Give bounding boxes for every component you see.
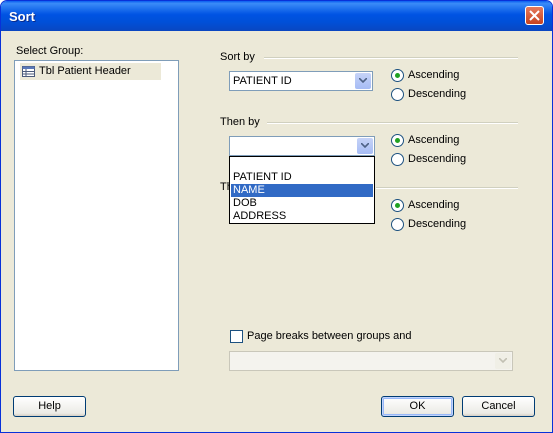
chevron-down-icon[interactable] (357, 138, 373, 154)
then-by-2-descending-radio[interactable] (391, 218, 404, 231)
then-by-descending-label: Descending (408, 153, 467, 165)
then-by-2-ascending-label: Ascending (408, 199, 460, 211)
dropdown-option-dob[interactable]: DOB (231, 197, 373, 210)
sort-by-descending-label: Descending (408, 88, 467, 100)
then-by-2-descending-label: Descending (408, 218, 467, 230)
chevron-down-icon[interactable] (355, 73, 371, 89)
page-breaks-label: Page breaks between groups and (247, 330, 412, 342)
ok-button[interactable]: OK (381, 396, 454, 417)
select-group-label: Select Group: (16, 45, 84, 57)
cancel-button[interactable]: Cancel (462, 396, 535, 417)
then-by-divider (267, 122, 518, 124)
page-breaks-select[interactable] (229, 351, 513, 371)
page-breaks-checkbox[interactable] (230, 330, 243, 343)
list-item[interactable]: Tbl Patient Header (20, 63, 161, 80)
sort-by-value: PATIENT ID (233, 75, 292, 87)
sort-by-label: Sort by (220, 51, 255, 63)
dropdown-option-patient-id[interactable]: PATIENT ID (231, 171, 373, 184)
then-by-select[interactable] (229, 136, 375, 156)
sort-by-ascending-label: Ascending (408, 69, 460, 81)
window-title: Sort (9, 9, 35, 24)
sort-by-divider (264, 57, 518, 59)
then-by-label: Then by (220, 116, 260, 128)
table-icon (22, 66, 35, 80)
then-by-2-ascending-radio[interactable] (391, 199, 404, 212)
help-button[interactable]: Help (13, 396, 86, 417)
then-by-ascending-radio[interactable] (391, 134, 404, 147)
sort-by-descending-radio[interactable] (391, 88, 404, 101)
list-item-label: Tbl Patient Header (39, 65, 131, 77)
then-by-2-divider (376, 187, 518, 189)
then-by-dropdown-list[interactable]: PATIENT ID NAME DOB ADDRESS (229, 156, 375, 224)
dropdown-option-name[interactable]: NAME (231, 184, 373, 197)
dropdown-option-address[interactable]: ADDRESS (231, 210, 373, 223)
chevron-down-icon[interactable] (495, 353, 511, 369)
then-by-ascending-label: Ascending (408, 134, 460, 146)
sort-dialog: Sort Select Group: Tbl Patient Header So… (0, 0, 553, 433)
sort-by-select[interactable]: PATIENT ID (229, 71, 373, 91)
title-bar[interactable]: Sort (1, 1, 552, 31)
then-by-descending-radio[interactable] (391, 153, 404, 166)
sort-by-ascending-radio[interactable] (391, 69, 404, 82)
close-button[interactable] (525, 6, 544, 25)
group-listbox[interactable]: Tbl Patient Header (14, 60, 179, 371)
